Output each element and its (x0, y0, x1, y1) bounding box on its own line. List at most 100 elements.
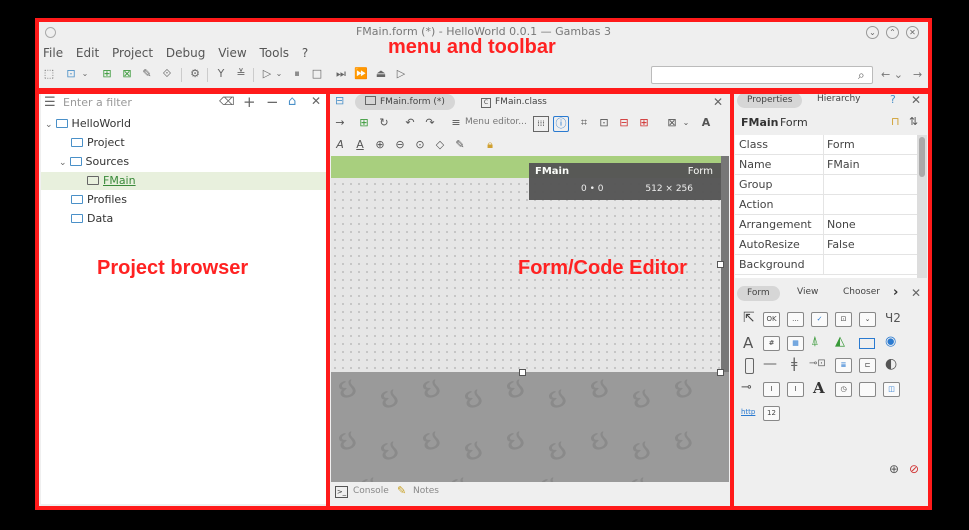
text-box-tool-icon[interactable]: # (763, 336, 780, 351)
resize-icon[interactable]: ⊡ (597, 116, 611, 130)
zoom-in-icon[interactable]: ⊕ (373, 138, 387, 152)
filter-input[interactable]: Enter a filter (63, 96, 132, 109)
property-row-autoresize[interactable]: AutoResize False (735, 235, 917, 255)
grid-icon[interactable]: ⁞⁞⁞ (533, 116, 549, 132)
search-icon[interactable]: ⌕ (858, 68, 865, 83)
double-down-icon[interactable]: ≚ (233, 66, 249, 82)
maximize-icon[interactable]: ⌃ (886, 26, 899, 39)
text-label-tool-icon[interactable]: A (813, 379, 825, 397)
button-tool-icon[interactable]: OK (763, 312, 780, 327)
tree-item-sources[interactable]: ⌄ Sources (59, 153, 129, 171)
value-box-tool-icon[interactable]: 12 (763, 406, 780, 421)
lock-icon[interactable]: 🔒︎ (483, 138, 497, 152)
web-view-tool-icon[interactable]: ◫ (883, 382, 900, 397)
resize-handle[interactable] (717, 369, 724, 376)
tab-list-icon[interactable]: ⊟ (335, 94, 344, 107)
tree-item-profiles[interactable]: Profiles (71, 191, 127, 209)
menu-project[interactable]: Project (112, 46, 153, 60)
text-edit-tool-icon[interactable]: I (787, 382, 804, 397)
reload-icon[interactable]: ↻ (377, 116, 391, 130)
menu-file[interactable]: File (43, 46, 63, 60)
tree-item-fmain[interactable]: FMain (87, 172, 136, 190)
chart-tool-icon[interactable]: ⍋ (811, 334, 819, 349)
close-icon[interactable]: ✕ (906, 26, 919, 39)
notes-icon[interactable]: ✎ (397, 484, 406, 497)
menu-icon[interactable]: ☰ (44, 95, 56, 110)
redo-icon[interactable]: ↷ (423, 116, 437, 130)
console-icon[interactable]: >_ (335, 486, 348, 498)
pencil-icon[interactable]: ✎ (139, 66, 155, 82)
text-area-tool-icon[interactable]: I (763, 382, 780, 397)
slider-tool-icon[interactable]: ǂ (791, 356, 797, 372)
spinner-tool-icon[interactable]: ◐ (885, 356, 897, 372)
lock-icon[interactable]: ⊓ (891, 115, 900, 128)
zoom-fit-icon[interactable]: ⊙ (413, 138, 427, 152)
switch-tool-icon[interactable]: ⊸ (741, 380, 752, 395)
undo-icon[interactable]: ↶ (403, 116, 417, 130)
menu-editor-icon[interactable]: ≡ (449, 116, 463, 130)
scroll-view-tool-icon[interactable]: ⊏ (859, 358, 876, 373)
play-step-icon[interactable]: ▷ (393, 66, 409, 82)
properties-scrollbar[interactable] (917, 135, 927, 278)
add-control-icon[interactable]: ⊞ (357, 116, 371, 130)
area-chart-tool-icon[interactable]: ◭ (835, 334, 845, 349)
progress-tool-icon[interactable] (859, 338, 875, 349)
close-icon[interactable]: ✕ (713, 95, 723, 109)
separator-tool-icon[interactable]: — (763, 356, 777, 372)
underline-font-icon[interactable]: A (353, 138, 367, 152)
select-icon[interactable]: ⌗ (577, 116, 591, 130)
sort-icon[interactable]: ⇅ (909, 115, 918, 128)
resize-handle[interactable] (717, 261, 724, 268)
chevron-down-icon[interactable]: ⌄ (271, 66, 287, 82)
stop-icon[interactable]: □ (309, 66, 325, 82)
scrollbar-tool-icon[interactable] (745, 358, 754, 374)
forward-nav-icon[interactable]: → (913, 68, 922, 81)
frame-tool-icon[interactable] (859, 382, 876, 397)
share-icon[interactable]: ⟐ (159, 66, 175, 82)
list-tool-icon[interactable]: ≣ (835, 358, 852, 373)
tree-item-helloworld[interactable]: ⌄ HelloWorld (45, 115, 131, 133)
arrow-right-icon[interactable]: → (333, 116, 347, 130)
gear-icon[interactable]: ⚙ (187, 66, 203, 82)
picture-box-tool-icon[interactable]: ⊡ (835, 312, 852, 327)
zoom-in-icon[interactable]: ⊕ (889, 462, 899, 476)
property-row-class[interactable]: Class Form (735, 135, 917, 155)
tab-view[interactable]: View (797, 287, 818, 297)
property-row-background[interactable]: Background (735, 255, 917, 275)
tab-properties[interactable]: Properties (737, 93, 803, 108)
lcd-tool-icon[interactable]: Ч2 (885, 311, 901, 325)
italic-font-icon[interactable]: A (333, 138, 347, 152)
console-button[interactable]: Console (353, 486, 389, 496)
chevron-down-icon[interactable]: ⌄ (77, 66, 93, 82)
tree-item-project[interactable]: Project (71, 134, 125, 152)
property-row-name[interactable]: Name FMain (735, 155, 917, 175)
close-icon[interactable]: ✕ (911, 286, 921, 300)
minimize-icon[interactable]: ⌄ (866, 26, 879, 39)
tab-chooser[interactable]: Chooser (843, 287, 880, 297)
close-icon[interactable]: ✕ (311, 94, 321, 108)
forward-icon[interactable]: ⏩ (353, 66, 369, 82)
menu-debug[interactable]: Debug (166, 46, 205, 60)
tab-fmain-class[interactable]: C FMain.class (471, 94, 557, 110)
timer-tool-icon[interactable]: ◷ (835, 382, 852, 397)
info-icon[interactable]: ⓘ (553, 116, 569, 132)
menu-tools[interactable]: Tools (260, 46, 290, 60)
resize-handle[interactable] (519, 369, 526, 376)
chevron-down-icon[interactable]: ⌄ (679, 116, 693, 130)
pointer-tool-icon[interactable]: ⇱ (743, 310, 755, 326)
filter-icon[interactable]: Y (213, 66, 229, 82)
menu-help[interactable]: ? (302, 46, 308, 60)
tree-item-data[interactable]: Data (71, 210, 113, 228)
checkbox-tool-icon[interactable]: ✓ (811, 312, 828, 327)
font-icon[interactable]: A (699, 116, 713, 130)
pause-icon[interactable]: ⏸ (289, 66, 305, 82)
notes-button[interactable]: Notes (413, 486, 439, 496)
tab-fmain-form[interactable]: FMain.form (*) (355, 94, 455, 110)
back-icon[interactable]: ← ⌄ (881, 68, 903, 81)
menu-edit[interactable]: Edit (76, 46, 99, 60)
property-row-arrangement[interactable]: Arrangement None (735, 215, 917, 235)
property-row-action[interactable]: Action (735, 195, 917, 215)
tab-form[interactable]: Form (737, 286, 780, 301)
menu-editor-button[interactable]: Menu editor... (465, 117, 527, 127)
text-box-icon[interactable]: ⊠ (665, 116, 679, 130)
